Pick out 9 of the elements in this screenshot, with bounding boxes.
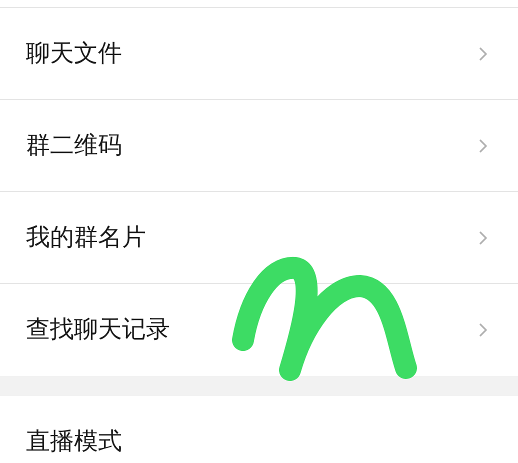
chevron-icon xyxy=(478,138,488,154)
chevron-icon xyxy=(478,230,488,246)
row-label: 聊天文件 xyxy=(26,38,122,68)
row-label: 直播模式 xyxy=(26,427,122,457)
row-label: 群二维码 xyxy=(26,130,122,160)
chevron-icon xyxy=(478,322,488,338)
row-label: 我的群名片 xyxy=(26,222,146,252)
row-label: 查找聊天记录 xyxy=(26,315,170,345)
chevron-icon xyxy=(478,46,488,62)
